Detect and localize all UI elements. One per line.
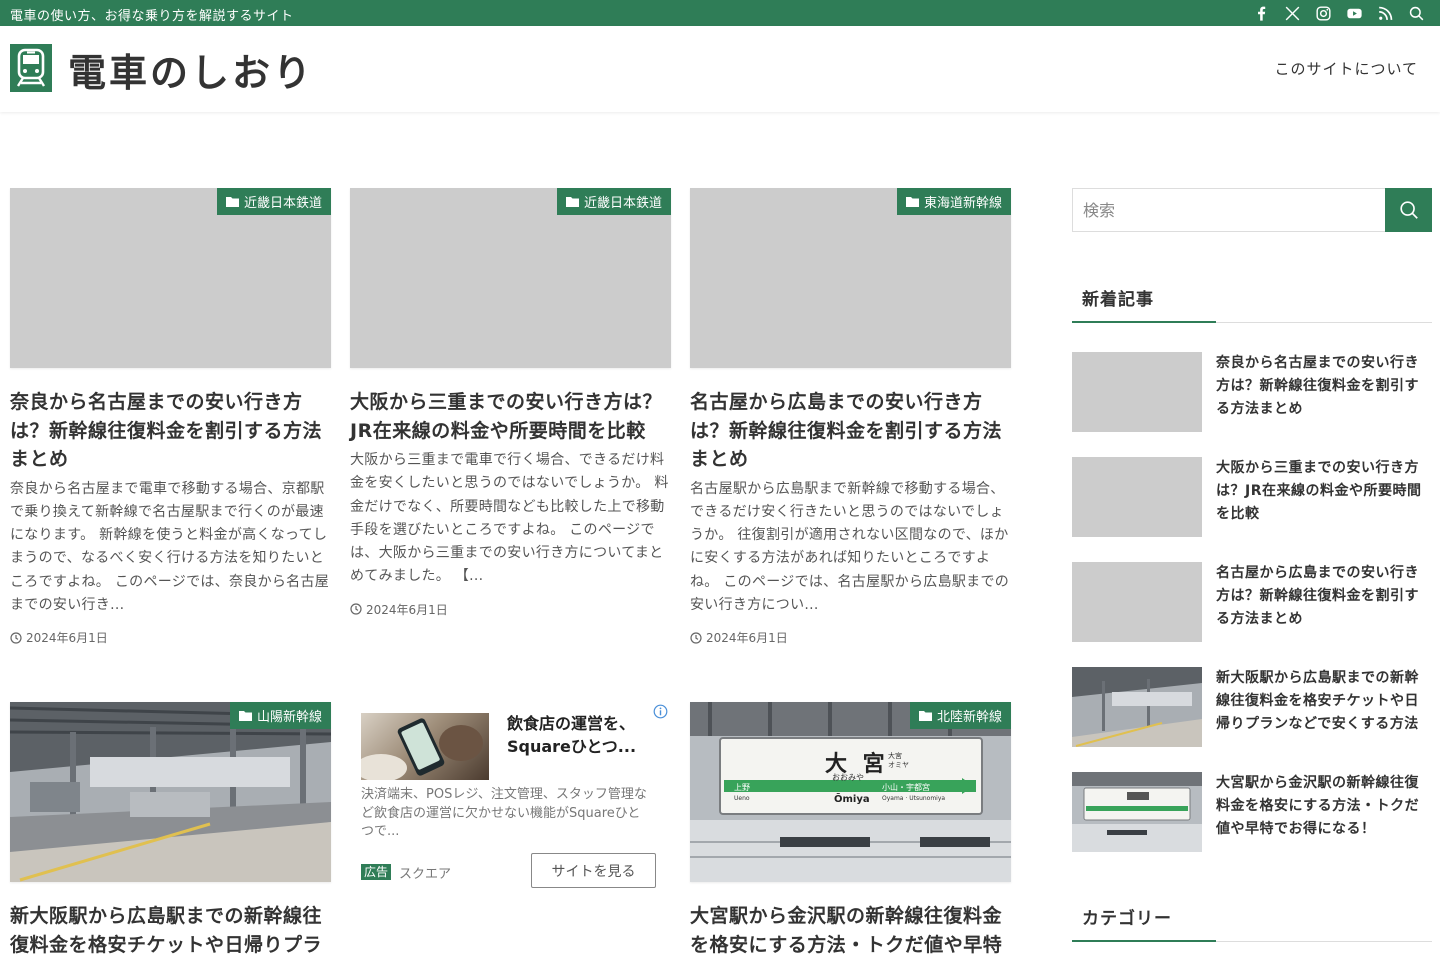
article-excerpt: 奈良から名古屋まで電車で移動する場合、京都駅で乗り換えて新幹線で名古屋駅まで行く… — [10, 480, 330, 613]
article-title[interactable]: 大阪から三重までの安い行き方は？JR在来線の料金や所要時間を比較 — [350, 388, 671, 445]
heading-underline — [1072, 940, 1216, 942]
article-thumbnail[interactable]: 山陽新幹線 — [10, 702, 331, 882]
category-label[interactable]: 東海道新幹線 — [896, 188, 1011, 215]
folder-icon — [565, 197, 579, 207]
recent-post-title[interactable]: 奈良から名古屋までの安い行き方は？新幹線往復料金を割引する方法まとめ — [1216, 352, 1432, 421]
category-label-text: 東海道新幹線 — [923, 196, 1002, 211]
ad-image[interactable] — [361, 713, 489, 780]
recent-posts-heading: 新着記事 — [1072, 285, 1432, 323]
recent-post-title[interactable]: 名古屋から広島までの安い行き方は？新幹線往復料金を割引する方法まとめ — [1216, 562, 1432, 631]
ad-sponsor: スクエア — [399, 867, 452, 882]
sign-right-name: 小山・宇都宮 — [882, 783, 930, 792]
recent-post-item[interactable]: 名古屋から広島までの安い行き方は？新幹線往復料金を割引する方法まとめ — [1072, 562, 1432, 644]
folder-icon — [918, 711, 932, 721]
article-date: 2024年6月1日 — [350, 601, 671, 618]
article-date: 2024年6月1日 — [690, 629, 1011, 646]
facebook-icon[interactable] — [1252, 4, 1271, 23]
top-bar: 電車の使い方、お得な乗り方を解説するサイト — [0, 0, 1440, 26]
article-thumbnail[interactable]: 東海道新幹線 — [690, 188, 1011, 368]
categories-heading: カテゴリー — [1072, 904, 1432, 942]
youtube-icon[interactable] — [1345, 4, 1364, 23]
category-label[interactable]: 近畿日本鉄道 — [216, 188, 331, 215]
recent-post-title[interactable]: 大阪から三重までの安い行き方は？JR在来線の料金や所要時間を比較 — [1216, 457, 1432, 526]
recent-post-item[interactable]: 大宮駅から金沢駅の新幹線往復料金を格安にする方法・トクだ値や早特でお得になる！ — [1072, 772, 1432, 854]
sponsored-ad[interactable]: 飲食店の運営を、Squareひとつ... 決済端末、POSレジ、注文管理、スタッ… — [350, 702, 671, 900]
category-label[interactable]: 北陸新幹線 — [909, 702, 1011, 729]
recent-post-item[interactable]: 大阪から三重までの安い行き方は？JR在来線の料金や所要時間を比較 — [1072, 457, 1432, 539]
heading-underline — [1072, 321, 1216, 323]
recent-posts-heading-text: 新着記事 — [1082, 290, 1154, 310]
recent-post-thumbnail[interactable] — [1072, 457, 1202, 537]
article-date: 2024年6月1日 — [10, 629, 331, 646]
sign-left-romaji: Ueno — [734, 795, 750, 802]
category-label[interactable]: 山陽新幹線 — [229, 702, 331, 729]
search-icon — [1399, 201, 1418, 219]
sign-left-name: 上野 — [734, 783, 750, 792]
categories-heading-text: カテゴリー — [1082, 909, 1172, 929]
recent-post-title[interactable]: 大宮駅から金沢駅の新幹線往復料金を格安にする方法・トクだ値や早特でお得になる！ — [1216, 772, 1432, 841]
search-icon[interactable] — [1407, 4, 1426, 23]
search-button[interactable] — [1385, 188, 1432, 232]
category-label-text: 近畿日本鉄道 — [243, 196, 322, 211]
article-thumbnail[interactable]: 大 宮 大宮 オミヤ おおみや 上野 Ueno 小山・宇都宮 Oyama · U… — [690, 702, 1011, 882]
recent-post-thumbnail[interactable] — [1072, 562, 1202, 642]
x-icon[interactable] — [1283, 4, 1302, 23]
sidebar-search — [1072, 188, 1432, 232]
sign-station-romaji: Ōmiya — [834, 794, 870, 805]
sign-station-kana: おおみや — [832, 773, 864, 782]
article-title[interactable]: 大宮駅から金沢駅の新幹線往復料金を格安にする方法・トクだ値や早特 — [690, 902, 1011, 959]
social-links — [1252, 4, 1426, 23]
ad-cta-button[interactable]: サイトを見る — [531, 853, 656, 888]
folder-icon — [905, 197, 919, 207]
instagram-icon[interactable] — [1314, 4, 1333, 23]
article-card[interactable]: 山陽新幹線 新大阪駅から広島駅までの新幹線往復料金を格安チケットや日帰りプラ — [10, 702, 331, 959]
folder-icon — [238, 711, 252, 721]
recent-post-item[interactable]: 奈良から名古屋までの安い行き方は？新幹線往復料金を割引する方法まとめ — [1072, 352, 1432, 434]
ad-headline[interactable]: 飲食店の運営を、Squareひとつ... — [507, 712, 657, 758]
recent-post-thumbnail[interactable] — [1072, 772, 1202, 852]
category-label-text: 近畿日本鉄道 — [583, 196, 662, 211]
article-thumbnail[interactable]: 近畿日本鉄道 — [10, 188, 331, 368]
article-title[interactable]: 奈良から名古屋までの安い行き方は？新幹線往復料金を割引する方法まとめ — [10, 388, 331, 474]
article-card[interactable]: 東海道新幹線 名古屋から広島までの安い行き方は？新幹線往復料金を割引する方法まと… — [690, 188, 1011, 646]
category-label-text: 山陽新幹線 — [256, 710, 322, 725]
article-thumbnail[interactable]: 近畿日本鉄道 — [350, 188, 671, 368]
article-title[interactable]: 新大阪駅から広島駅までの新幹線往復料金を格安チケットや日帰りプラ — [10, 902, 331, 959]
category-label-text: 北陸新幹線 — [936, 710, 1002, 725]
station-platform-image — [10, 702, 331, 882]
clock-icon — [10, 632, 22, 644]
recent-post-thumbnail[interactable] — [1072, 667, 1202, 747]
clock-icon — [350, 603, 362, 615]
site-header: 電車のしおり このサイトについて — [0, 26, 1440, 112]
info-icon[interactable] — [653, 704, 668, 719]
article-card[interactable]: 近畿日本鉄道 奈良から名古屋までの安い行き方は？新幹線往復料金を割引する方法まと… — [10, 188, 331, 646]
site-tagline: 電車の使い方、お得な乗り方を解説するサイト — [10, 9, 294, 24]
article-card[interactable]: 大 宮 大宮 オミヤ おおみや 上野 Ueno 小山・宇都宮 Oyama · U… — [690, 702, 1011, 959]
site-title[interactable]: 電車のしおり — [68, 42, 314, 97]
article-date-text: 2024年6月1日 — [26, 631, 108, 646]
sign-station-small: 大宮 オミヤ — [888, 752, 909, 769]
recent-post-title[interactable]: 新大阪駅から広島駅までの新幹線往復料金を格安チケットや日帰りプランなどで安くする… — [1216, 667, 1432, 736]
article-date-text: 2024年6月1日 — [706, 631, 788, 646]
category-label[interactable]: 近畿日本鉄道 — [556, 188, 671, 215]
article-date-text: 2024年6月1日 — [366, 602, 448, 617]
article-card[interactable]: 近畿日本鉄道 大阪から三重までの安い行き方は？JR在来線の料金や所要時間を比較 … — [350, 188, 671, 618]
sign-right-romaji: Oyama · Utsunomiya — [882, 795, 946, 802]
article-excerpt: 名古屋駅から広島駅まで新幹線で移動する場合、できるだけ安く行きたいと思うのではな… — [690, 480, 1010, 613]
article-title[interactable]: 名古屋から広島までの安い行き方は？新幹線往復料金を割引する方法まとめ — [690, 388, 1011, 474]
ad-badge: 広告 — [361, 864, 392, 880]
article-excerpt: 大阪から三重まで電車で行く場合、できるだけ料金を安くしたいと思うのではないでしょ… — [350, 452, 669, 585]
ad-description: 決済端末、POSレジ、注文管理、スタッフ管理など飲食店の運営に欠かせない機能がS… — [361, 787, 647, 839]
recent-post-thumbnail[interactable] — [1072, 352, 1202, 432]
rss-icon[interactable] — [1376, 4, 1395, 23]
search-input[interactable] — [1073, 189, 1387, 231]
clock-icon — [690, 632, 702, 644]
recent-post-item[interactable]: 新大阪駅から広島駅までの新幹線往復料金を格安チケットや日帰りプランなどで安くする… — [1072, 667, 1432, 749]
folder-icon — [225, 197, 239, 207]
train-logo-icon[interactable] — [10, 44, 52, 92]
nav-link-about[interactable]: このサイトについて — [1274, 58, 1418, 79]
